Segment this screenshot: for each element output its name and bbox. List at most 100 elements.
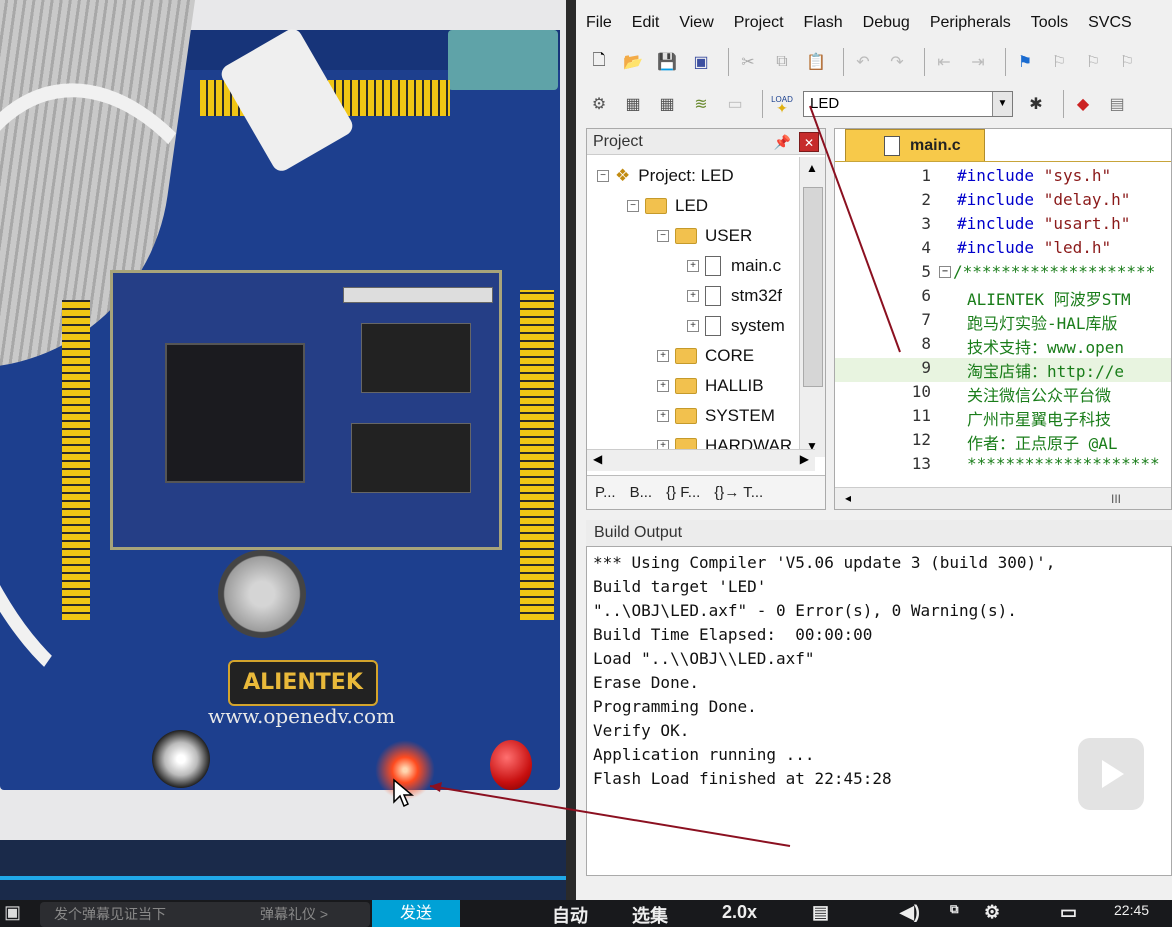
tree-label: SYSTEM	[705, 406, 775, 425]
scroll-grip[interactable]: III	[1111, 492, 1121, 506]
tree-vscrollbar[interactable]: ▲ ▼	[799, 157, 825, 457]
redo-icon[interactable]: ↷	[884, 49, 910, 75]
copy-icon[interactable]: ⧉	[769, 49, 795, 75]
tree-item-core[interactable]: + CORE	[657, 341, 754, 371]
tab-project[interactable]: P...	[595, 484, 616, 501]
editor-hscrollbar[interactable]: ◂ III	[835, 487, 1171, 509]
scroll-right-icon[interactable]: ▶	[800, 452, 809, 466]
tree-label: stm32f	[731, 286, 783, 305]
tree-item-led[interactable]: − LED	[627, 191, 708, 221]
flash-chip	[351, 423, 471, 493]
target-value: LED	[810, 95, 840, 112]
buzzer	[152, 730, 210, 788]
volume-icon[interactable]: ◀)	[900, 902, 920, 923]
menu-flash[interactable]: Flash	[804, 14, 843, 32]
send-button[interactable]: 发送	[372, 900, 460, 927]
tree-item-user[interactable]: − USER	[657, 221, 752, 251]
screen: ALIENTEK www.openedv.com File Edit View …	[0, 0, 1172, 927]
build-icon[interactable]: ▦	[620, 91, 646, 117]
menu-edit[interactable]: Edit	[632, 14, 660, 32]
load-download-icon[interactable]: LOAD ✦	[769, 91, 795, 117]
file-icon	[884, 136, 900, 156]
folder-icon	[675, 378, 697, 394]
tree-item-system[interactable]: + SYSTEM	[657, 401, 775, 431]
open-folder-icon[interactable]: 📂	[620, 49, 646, 75]
pin-header-right	[520, 290, 554, 620]
cut-icon[interactable]: ✂	[735, 49, 761, 75]
paste-icon[interactable]: 📋	[803, 49, 829, 75]
scroll-up-icon[interactable]: ▲	[806, 161, 818, 175]
stop-build-icon[interactable]: ▭	[722, 91, 748, 117]
subtitle-icon[interactable]: ▤	[812, 902, 829, 923]
project-tree: − ❖ Project: LED − LED − USER + main.c + stm32…	[587, 157, 797, 457]
manage-components-icon[interactable]: ◆	[1070, 91, 1096, 117]
new-file-icon[interactable]: 🗋	[586, 49, 612, 75]
code-area[interactable]: 1 #include "sys.h" 2 #include "delay.h" 3 #…	[835, 161, 1171, 477]
close-icon[interactable]: ✕	[799, 132, 819, 152]
target-options-icon[interactable]: ✱	[1023, 91, 1049, 117]
translate-icon[interactable]: ⚙	[586, 91, 612, 117]
scroll-left-icon[interactable]: ◀	[593, 452, 602, 466]
save-all-icon[interactable]: ▣	[688, 49, 714, 75]
rebuild-icon[interactable]: ▦	[654, 91, 680, 117]
code-line-current: 9 淘宝店铺：http://e	[835, 358, 1171, 382]
project-panel: Project 📌 ✕ − ❖ Project: LED − LED − USER + m…	[586, 128, 826, 510]
toolbar-build: ⚙ ▦ ▦ ≋ ▭ LOAD ✦ LED ▼ ✱ ◆ ▤	[586, 84, 1172, 124]
folder-icon	[675, 228, 697, 244]
menu-file[interactable]: File	[586, 14, 612, 32]
tree-item-project[interactable]: − ❖ Project: LED	[597, 161, 734, 191]
nav-back-icon[interactable]: ⇤	[931, 49, 957, 75]
danmu-toggle-icon[interactable]: ▣	[4, 902, 21, 923]
tree-item-main-c[interactable]: + main.c	[687, 251, 781, 281]
tree-item-system-file[interactable]: + system	[687, 311, 785, 341]
build-output[interactable]: *** Using Compiler 'V5.06 update 3 (buil…	[586, 546, 1172, 876]
pin-icon[interactable]: 📌	[774, 129, 791, 155]
fpc-connector	[343, 287, 493, 303]
tab-main-c[interactable]: main.c	[845, 129, 985, 161]
settings-gear-icon[interactable]: ⚙	[984, 902, 1000, 923]
video-progress[interactable]	[0, 876, 598, 880]
episodes-button[interactable]: 选集	[632, 902, 668, 927]
scroll-left-icon[interactable]: ◂	[845, 491, 851, 505]
menu-debug[interactable]: Debug	[863, 14, 910, 32]
menu-tools[interactable]: Tools	[1031, 14, 1068, 32]
tree-label: main.c	[731, 256, 782, 275]
tree-item-stm32f[interactable]: + stm32f	[687, 281, 782, 311]
tree-vscroll-thumb[interactable]	[803, 187, 823, 387]
manage-packs-icon[interactable]: ▤	[1104, 91, 1130, 117]
play-icon[interactable]	[1078, 738, 1144, 810]
fold-toggle-icon[interactable]: −	[939, 266, 951, 278]
tab-templates[interactable]: {}→ T...	[714, 484, 763, 501]
bookmark-prev-icon[interactable]: ⚐	[1046, 49, 1072, 75]
toolbar-file: 🗋 📂 💾 ▣ ✂ ⧉ 📋 ↶ ↷ ⇤ ⇥ ⚑ ⚐ ⚐ ⚐	[586, 42, 1172, 82]
file-icon	[705, 286, 721, 306]
pip-icon[interactable]: ⧉	[950, 902, 959, 917]
menu-view[interactable]: View	[679, 14, 713, 32]
tree-hscrollbar[interactable]: ◀ ▶	[587, 449, 815, 471]
menu-peripherals[interactable]: Peripherals	[930, 14, 1011, 32]
speed-button[interactable]: 2.0x	[722, 902, 757, 923]
bookmark-next-icon[interactable]: ⚐	[1080, 49, 1106, 75]
sdram-chip	[361, 323, 471, 393]
folder-icon	[675, 408, 697, 424]
save-icon[interactable]: 💾	[654, 49, 680, 75]
batch-build-icon[interactable]: ≋	[688, 91, 714, 117]
chevron-down-icon[interactable]: ▼	[992, 92, 1012, 116]
tab-books[interactable]: B...	[630, 484, 653, 501]
danmu-input[interactable]: 发个弹幕见证当下 弹幕礼仪 >	[40, 902, 370, 927]
target-select[interactable]: LED ▼	[803, 91, 1013, 117]
tab-functions[interactable]: {} F...	[666, 484, 700, 501]
widescreen-icon[interactable]: ▭	[1060, 902, 1077, 923]
video-player-bar: ▣ 发个弹幕见证当下 弹幕礼仪 > 发送 自动 选集 2.0x ▤ ◀) ⧉ ⚙…	[0, 900, 1172, 927]
bookmark-clear-icon[interactable]: ⚐	[1114, 49, 1140, 75]
bookmark-icon[interactable]: ⚑	[1012, 49, 1038, 75]
auto-quality-button[interactable]: 自动	[552, 902, 588, 927]
menu-svcs[interactable]: SVCS	[1088, 14, 1132, 32]
danmu-etiquette-link[interactable]: 弹幕礼仪 >	[260, 902, 328, 927]
coin-battery	[218, 550, 306, 638]
undo-icon[interactable]: ↶	[850, 49, 876, 75]
board-photo: ALIENTEK www.openedv.com	[0, 0, 566, 840]
tree-item-hallib[interactable]: + HALLIB	[657, 371, 764, 401]
menu-project[interactable]: Project	[734, 14, 784, 32]
nav-forward-icon[interactable]: ⇥	[965, 49, 991, 75]
